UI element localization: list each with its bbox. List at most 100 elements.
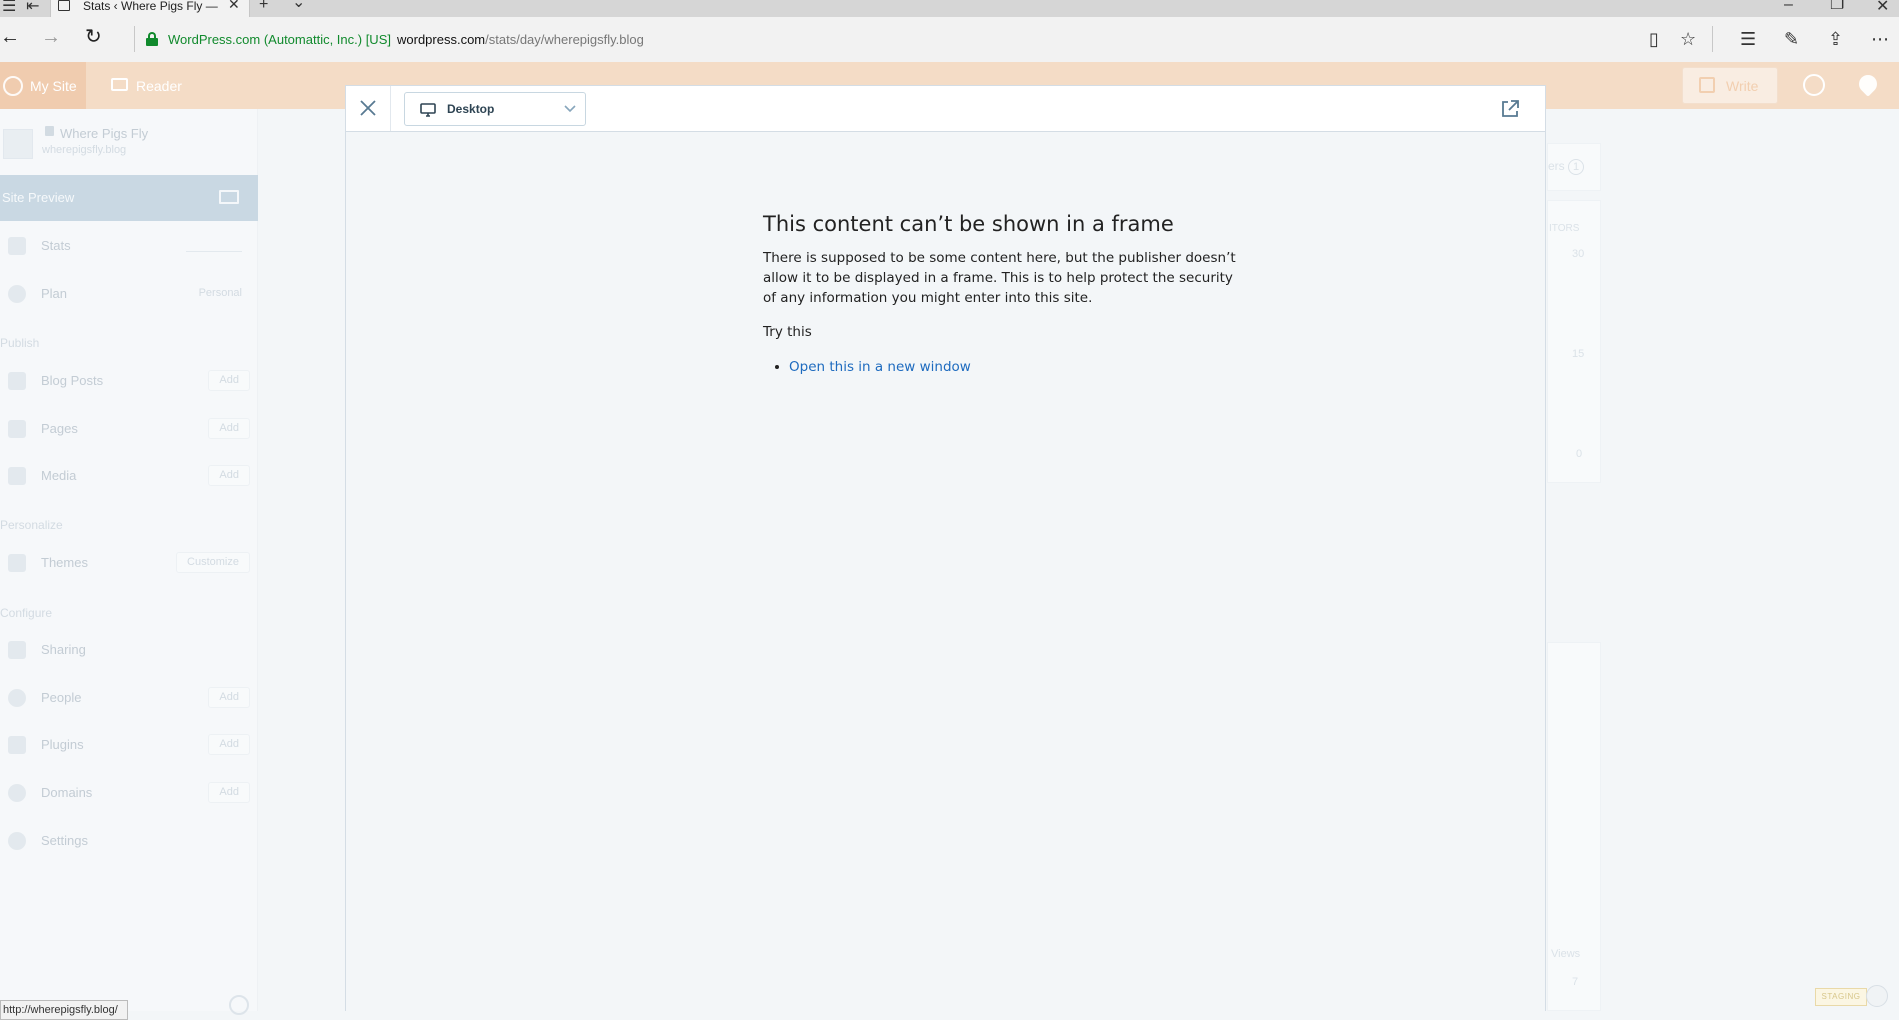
more-icon[interactable]: ⋯ (1871, 29, 1889, 49)
add-plugin-button[interactable]: Add (208, 734, 250, 755)
sidebar-item-blog-posts[interactable]: Blog Posts Add (0, 361, 258, 401)
tab-list-icon[interactable]: ☰ (2, 0, 16, 16)
certificate-label[interactable]: WordPress.com (Automattic, Inc.) [US] (168, 32, 391, 47)
set-aside-tabs-icon[interactable]: ⇤ (26, 0, 39, 16)
sidebar-item-plugins[interactable]: Plugins Add (0, 725, 258, 765)
open-new-window-link[interactable]: Open this in a new window (789, 359, 971, 375)
browser-address-bar: ← → ↻ WordPress.com (Automattic, Inc.) [… (0, 17, 1899, 62)
reader-label[interactable]: Reader (136, 78, 182, 94)
sidebar-item-media[interactable]: Media Add (0, 456, 258, 496)
sidebar-item-domains[interactable]: Domains Add (0, 773, 258, 813)
web-note-icon[interactable]: ✎ (1784, 29, 1799, 49)
preview-toolbar: Desktop (346, 86, 1545, 132)
minimize-icon[interactable]: – (1784, 0, 1793, 14)
sidebar-item-plan[interactable]: Plan Personal (0, 274, 258, 314)
add-page-button[interactable]: Add (208, 418, 250, 439)
restore-icon[interactable]: ❐ (1830, 0, 1844, 14)
current-site-card[interactable]: Where Pigs Fly wherepigsfly.blog (0, 109, 258, 175)
tab-close-icon[interactable]: ✕ (228, 0, 240, 13)
sidebar-item-sharing[interactable]: Sharing (0, 630, 258, 670)
sidebar-item-label: Themes (41, 555, 88, 570)
views-fragment: Views (1551, 948, 1581, 960)
share-icon[interactable]: ⇪ (1828, 29, 1843, 49)
page-icon (58, 0, 70, 11)
frame-error-message: This content can’t be shown in a frame T… (763, 210, 1263, 375)
staging-badge: STAGING (1815, 988, 1867, 1006)
window-close-icon[interactable]: ✕ (1876, 0, 1889, 16)
help-icon[interactable] (229, 995, 249, 1015)
visitors-chart-card: ITORS 30 15 0 (1547, 200, 1601, 483)
site-name: Where Pigs Fly (60, 126, 149, 141)
stats-icon (8, 237, 26, 255)
share-icon (8, 641, 26, 659)
back-icon[interactable]: ← (0, 27, 20, 47)
device-label: Desktop (447, 102, 495, 116)
favorite-star-icon[interactable]: ☆ (1680, 29, 1696, 49)
write-label: Write (1726, 78, 1759, 94)
site-preview-item[interactable]: Site Preview (0, 175, 258, 221)
sidebar-item-label: Settings (41, 833, 88, 848)
write-button[interactable]: Write (1682, 67, 1778, 104)
add-media-button[interactable]: Add (208, 465, 250, 486)
toolbar-divider (134, 26, 135, 52)
url-host: wordpress.com (397, 32, 486, 47)
views-value: 7 (1572, 976, 1579, 988)
sidebar-item-label: Sharing (41, 642, 86, 657)
add-people-button[interactable]: Add (208, 687, 250, 708)
section-configure: Configure (0, 606, 53, 620)
gear-icon (8, 832, 26, 850)
avatar-icon[interactable] (1803, 74, 1825, 96)
sidebar-item-people[interactable]: People Add (0, 678, 258, 718)
browser-tab-bar: ☰ ⇤ Stats ‹ Where Pigs Fly — ✕ + ⌄ – ❐ ✕ (0, 0, 1899, 17)
refresh-icon[interactable]: ↻ (85, 27, 102, 47)
reading-view-icon[interactable]: ▯ (1649, 29, 1659, 49)
notifications-icon[interactable] (1855, 71, 1881, 97)
lock-icon[interactable] (146, 32, 158, 46)
add-post-button[interactable]: Add (208, 370, 250, 391)
followers-count: 1 (1568, 159, 1584, 175)
close-preview-button[interactable] (346, 86, 391, 131)
error-description: There is supposed to be some content her… (763, 250, 1236, 306)
edit-icon (1699, 77, 1715, 93)
posts-icon (8, 372, 26, 390)
sidebar-item-settings[interactable]: Settings (0, 821, 258, 861)
external-link-icon[interactable] (1499, 98, 1521, 120)
site-icon (3, 129, 33, 159)
tab-preview-chevron-icon[interactable]: ⌄ (292, 0, 305, 12)
device-selector-dropdown[interactable]: Desktop (404, 92, 586, 126)
new-tab-icon[interactable]: + (259, 0, 268, 14)
people-icon (8, 689, 26, 707)
media-icon (8, 467, 26, 485)
bug-icon[interactable] (1866, 985, 1888, 1007)
suggestion-list-item: Open this in a new window (775, 359, 1263, 375)
customize-button[interactable]: Customize (176, 552, 250, 573)
site-preview-label: Site Preview (2, 190, 75, 205)
forward-icon[interactable]: → (41, 27, 61, 47)
sidebar-item-label: People (41, 690, 82, 705)
site-domain: wherepigsfly.blog (42, 144, 127, 156)
pages-icon (8, 420, 26, 438)
my-site-tab[interactable]: My Site (0, 62, 86, 109)
followers-fragment: ers (1548, 159, 1565, 173)
toolbar-divider (1712, 26, 1713, 52)
wordpress-logo-icon (3, 76, 23, 96)
monitor-icon (219, 190, 239, 204)
wp-sidebar: Where Pigs Fly wherepigsfly.blog Site Pr… (0, 109, 258, 1020)
url-field[interactable]: wordpress.com/stats/day/wherepigsfly.blo… (397, 32, 644, 47)
sidebar-item-label: Pages (41, 421, 78, 436)
sidebar-item-pages[interactable]: Pages Add (0, 409, 258, 449)
section-publish: Publish (0, 336, 40, 350)
sidebar-item-label: Blog Posts (41, 373, 104, 388)
sidebar-item-themes[interactable]: Themes Customize (0, 543, 258, 583)
my-site-label: My Site (30, 78, 77, 94)
browser-tab-stats[interactable]: Stats ‹ Where Pigs Fly — ✕ (50, 0, 250, 17)
add-domain-button[interactable]: Add (208, 782, 250, 803)
chevron-down-icon (564, 105, 576, 113)
plugins-icon (8, 736, 26, 754)
axis-label-0: 0 (1576, 448, 1583, 460)
reader-icon[interactable] (111, 78, 128, 91)
sidebar-item-stats[interactable]: Stats (0, 226, 258, 266)
plan-icon (8, 285, 26, 303)
hub-icon[interactable]: ☰ (1740, 29, 1756, 49)
close-icon (360, 100, 376, 116)
